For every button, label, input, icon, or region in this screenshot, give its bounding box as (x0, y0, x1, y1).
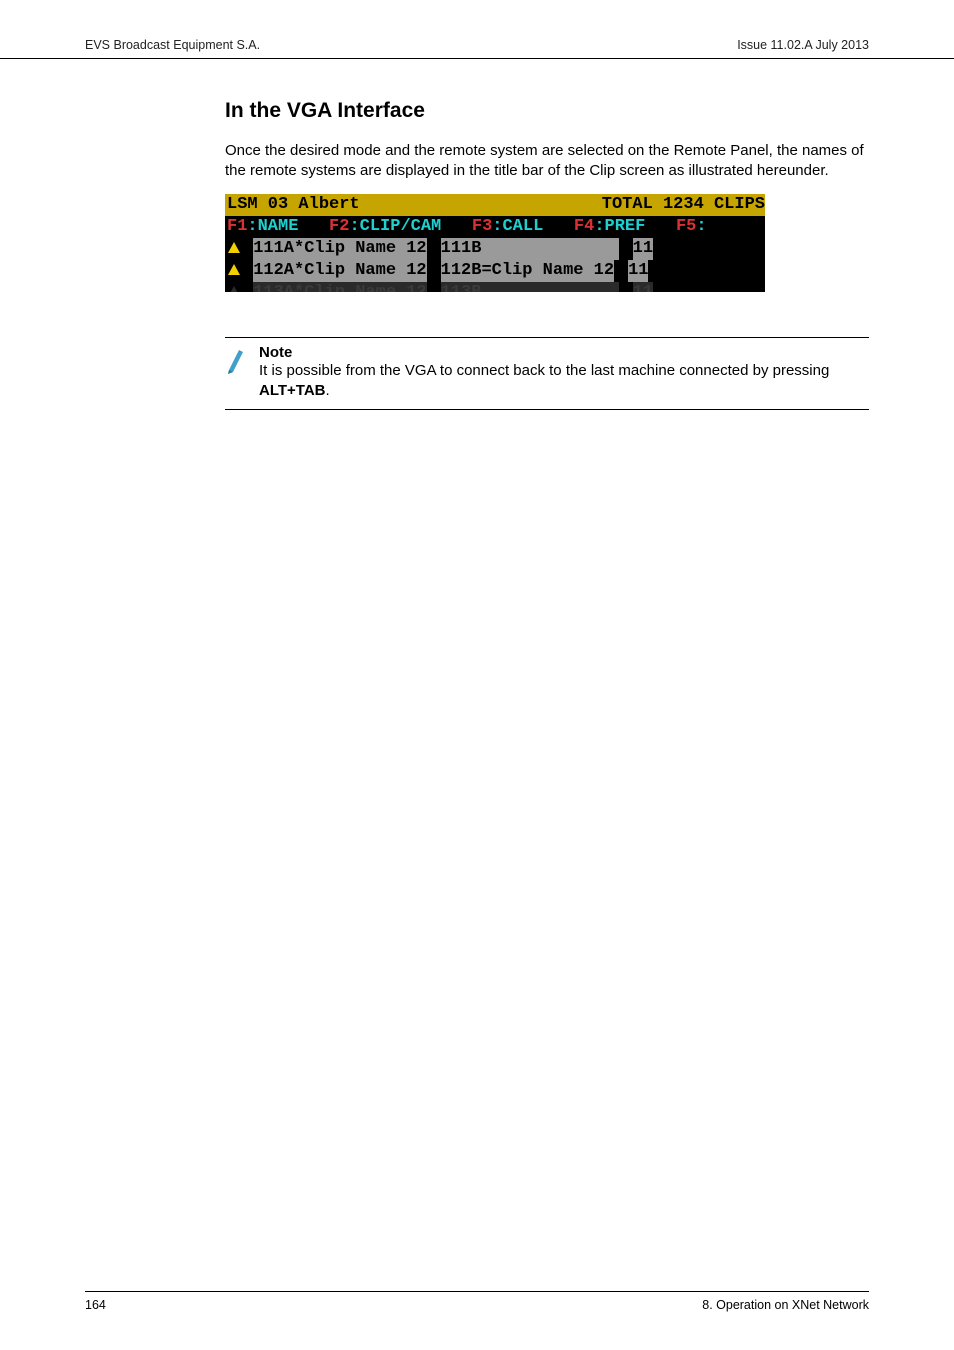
f3-value: :CALL (492, 216, 543, 238)
intro-paragraph: Once the desired mode and the remote sys… (225, 141, 869, 182)
f1-value: :NAME (247, 216, 298, 238)
header-left: EVS Broadcast Equipment S.A. (85, 38, 260, 52)
terminal-fkeys-row: F1:NAME F2:CLIP/CAM F3:CALL F4:PREF F5: (225, 216, 765, 238)
clip-112b-id: 112B (441, 260, 482, 282)
clip-111b-id: 111B (441, 238, 619, 260)
f2-label: F2 (329, 216, 349, 238)
triangle-icon (228, 242, 240, 253)
clip-112a-id: 112A (253, 260, 294, 282)
dim-cell-4: 11 (633, 282, 653, 292)
clip-112a-name: *Clip Name 12 (294, 260, 427, 282)
f2-value: :CLIP/CAM (349, 216, 441, 238)
section-heading: In the VGA Interface (225, 99, 869, 123)
dim-cell-2: ame 12 (365, 282, 426, 292)
page-number: 164 (85, 1298, 106, 1312)
clip-11-right: 11 (633, 238, 653, 260)
clip-112b-name: =Clip Name 12 (481, 260, 614, 282)
f4-value: :PREF (594, 216, 645, 238)
terminal-title-left: LSM 03 Albert (225, 194, 525, 216)
note-title: Note (259, 344, 869, 361)
f5-label: F5 (676, 216, 696, 238)
terminal-title-row: LSM 03 Albert TOTAL 1234 CLIPS (225, 194, 765, 216)
terminal-title-right: TOTAL 1234 CLIPS (525, 194, 765, 216)
triangle-icon-dim (228, 286, 240, 292)
page-header: EVS Broadcast Equipment S.A. Issue 11.02… (0, 0, 954, 59)
dim-cell-3: 113B (441, 282, 619, 292)
terminal-clip-row-2: 112A*Clip Name 12 112B=Clip Name 12 11 (225, 260, 765, 282)
page-footer: 164 8. Operation on XNet Network (85, 1291, 869, 1312)
clip-11-right-2: 11 (628, 260, 648, 282)
clip-111a-name: *Clip Name 12 (294, 238, 427, 260)
note-pencil-icon (225, 344, 247, 402)
f5-value: : (696, 216, 706, 238)
note-body-bold: ALT+TAB (259, 382, 326, 399)
triangle-icon (228, 264, 240, 275)
content-area: In the VGA Interface Once the desired mo… (0, 99, 954, 410)
f4-label: F4 (574, 216, 594, 238)
dim-cell-1: 113A*Clip N (253, 282, 365, 292)
header-right: Issue 11.02.A July 2013 (737, 38, 869, 52)
note-text: Note It is possible from the VGA to conn… (259, 344, 869, 402)
clip-111a-id: 111A (253, 238, 294, 260)
footer-section: 8. Operation on XNet Network (702, 1298, 869, 1312)
note-body-pre: It is possible from the VGA to connect b… (259, 362, 829, 379)
terminal-cutoff-row: 113A*Clip Name 12 113B 11 (225, 282, 765, 292)
note-body: It is possible from the VGA to connect b… (259, 361, 869, 402)
f1-label: F1 (225, 216, 247, 238)
note-block: Note It is possible from the VGA to conn… (225, 337, 869, 411)
terminal-clip-row-1: 111A*Clip Name 12 111B 11 (225, 238, 765, 260)
vga-terminal-screenshot: LSM 03 Albert TOTAL 1234 CLIPS F1:NAME F… (225, 194, 765, 292)
note-body-post: . (326, 382, 330, 399)
f3-label: F3 (472, 216, 492, 238)
